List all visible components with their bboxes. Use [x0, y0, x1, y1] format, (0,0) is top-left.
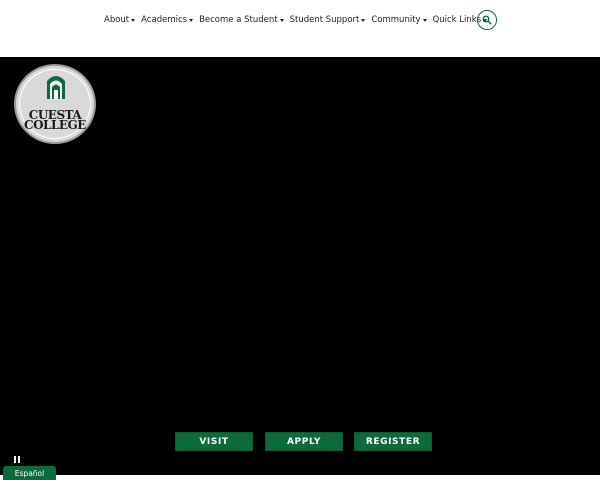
- espanol-language-button[interactable]: Español: [3, 466, 56, 480]
- caret-down-icon: [361, 19, 366, 22]
- nav-item-label: Community: [371, 15, 421, 25]
- caret-down-icon: [279, 19, 284, 22]
- nav-item-label: Academics: [141, 15, 188, 25]
- college-logo[interactable]: CUESTA COLLEGE: [14, 64, 96, 144]
- main-nav: About Academics Become a Student Student…: [104, 0, 493, 40]
- pause-video-button[interactable]: [14, 456, 20, 463]
- site-header: About Academics Become a Student Student…: [0, 0, 600, 57]
- apply-button[interactable]: APPLY: [265, 432, 343, 451]
- caret-down-icon: [131, 19, 136, 22]
- search-button[interactable]: [477, 10, 497, 30]
- nav-item-label: About: [104, 15, 130, 25]
- caret-down-icon: [422, 19, 427, 22]
- nav-item-student-support[interactable]: Student Support: [290, 15, 366, 25]
- nav-item-label: Become a Student: [199, 15, 278, 25]
- nav-item-become-a-student[interactable]: Become a Student: [199, 15, 284, 25]
- pause-icon: [18, 456, 20, 463]
- search-icon: [482, 15, 492, 25]
- nav-item-community[interactable]: Community: [371, 15, 427, 25]
- visit-button[interactable]: VISIT: [175, 432, 253, 451]
- pause-icon: [14, 456, 16, 463]
- nav-item-academics[interactable]: Academics: [141, 15, 194, 25]
- register-button[interactable]: REGISTER: [354, 432, 432, 451]
- nav-item-label: Quick Links: [432, 15, 482, 25]
- caret-down-icon: [189, 19, 194, 22]
- nav-item-about[interactable]: About: [104, 15, 136, 25]
- mission-arch-icon: [47, 76, 65, 99]
- logo-text-line2: COLLEGE: [24, 118, 86, 132]
- nav-item-label: Student Support: [289, 15, 360, 25]
